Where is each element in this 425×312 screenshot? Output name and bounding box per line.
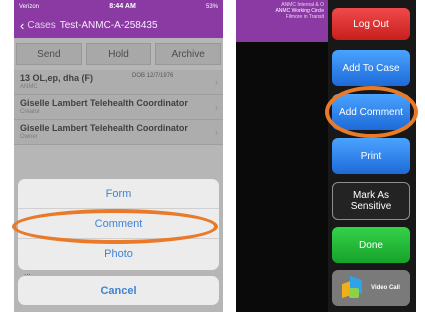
back-button[interactable]: Cases [27,20,55,31]
video-call-icon [342,275,366,300]
mark-sensitive-button[interactable]: Mark As Sensitive [332,182,410,220]
back-chevron-icon[interactable]: ‹ [20,18,24,33]
nav-bar: ‹ Cases Test-ANMC-A-258435 [14,13,223,38]
video-call-label: Video Call [371,284,400,291]
add-comment-highlight-ring [325,86,418,138]
case-detail-screen: Verizon 8:44 AM 53% ‹ Cases Test-ANMC-A-… [14,0,223,312]
nav-title: Test-ANMC-A-258435 [59,20,158,31]
done-button[interactable]: Done [332,227,410,263]
battery-level: 53% [205,3,218,10]
logout-button[interactable]: Log Out [332,8,410,40]
case-menu-screen: ANMC Internal & O ANMC Working Circle Fi… [236,0,416,312]
video-call-button[interactable]: Video Call [332,270,410,306]
carrier-label: Verizon [19,3,40,10]
cancel-button[interactable]: Cancel [18,276,219,305]
comment-highlight-ring [12,209,218,244]
status-bar: Verizon 8:44 AM 53% [14,0,223,13]
status-time: 8:44 AM [109,3,136,10]
form-option[interactable]: Form [18,179,219,209]
print-button[interactable]: Print [332,138,410,174]
case-header: ANMC Internal & O ANMC Working Circle Fi… [236,0,328,42]
modal-dim-overlay[interactable] [14,38,223,312]
header-line-3: Filmore in Transit [285,14,324,20]
add-to-case-button[interactable]: Add To Case [332,50,410,86]
screenshot-composite: Verizon 8:44 AM 53% ‹ Cases Test-ANMC-A-… [0,0,425,312]
